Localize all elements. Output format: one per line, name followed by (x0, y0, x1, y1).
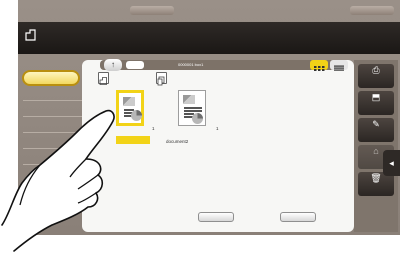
function-panel: ⎙ ⬒ ✎ ⌂ 🗑 (354, 60, 398, 232)
print-icon: ⎙ (372, 65, 380, 75)
bottom-button-2[interactable] (280, 212, 316, 222)
bottom-button-1[interactable] (198, 212, 234, 222)
header-bar (18, 22, 400, 54)
box-icon (25, 29, 36, 41)
user-box-icon[interactable] (98, 72, 109, 85)
copy-box-icon[interactable] (156, 72, 167, 86)
edit-icon: ✎ (372, 119, 380, 129)
path-field[interactable] (126, 61, 144, 69)
top-tab-right[interactable] (350, 6, 394, 15)
up-folder-button[interactable]: ↑ (104, 59, 122, 71)
list-icon (334, 65, 344, 71)
list-view-button[interactable] (330, 60, 348, 71)
document-label-2: document2 (166, 139, 189, 144)
send-icon: ⬒ (371, 92, 381, 102)
thumbnail-view-button[interactable] (310, 60, 328, 71)
selected-box-item[interactable] (22, 70, 80, 86)
grid-icon (314, 66, 325, 71)
edit-button[interactable]: ✎ (358, 118, 394, 142)
page-count: 1 (152, 126, 155, 131)
hand-pointer-illustration (1, 109, 115, 252)
panel-expand-handle[interactable]: ◂ (383, 150, 400, 176)
document-thumbnail-2[interactable] (178, 90, 206, 126)
up-arrow-icon: ↑ (111, 60, 115, 69)
print-button[interactable]: ⎙ (358, 64, 394, 88)
path-text: 0000001 box1 (178, 62, 204, 67)
chevron-left-icon: ◂ (389, 158, 394, 168)
page-count: 1 (216, 126, 219, 131)
send-button[interactable]: ⬒ (358, 91, 394, 115)
top-tab-left[interactable] (130, 6, 174, 15)
pie-chart-graphic (192, 113, 203, 124)
